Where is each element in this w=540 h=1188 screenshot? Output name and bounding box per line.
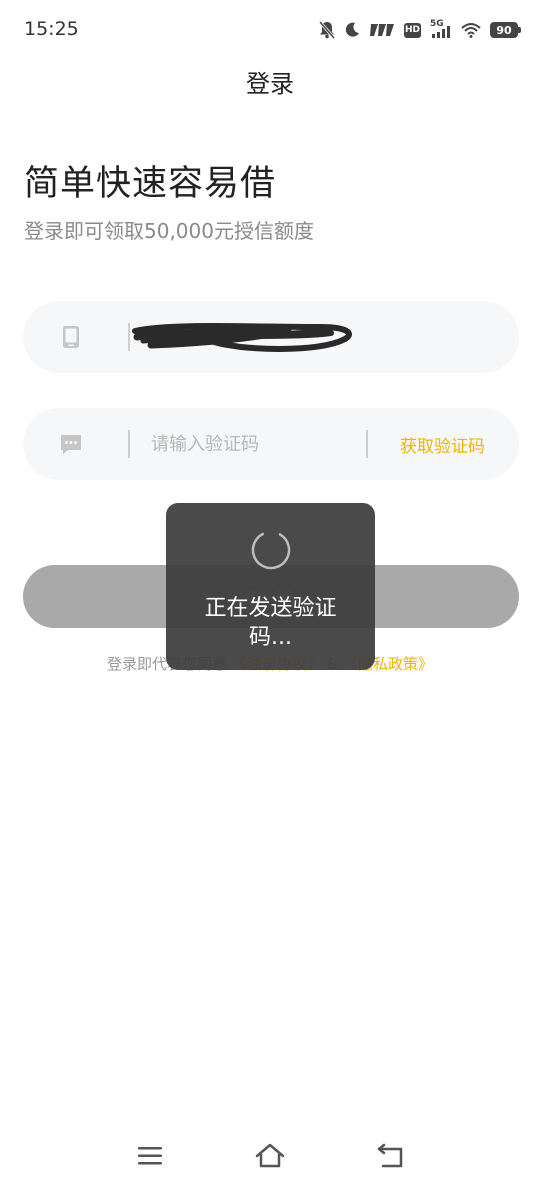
hero-title: 简单快速容易借	[24, 164, 277, 204]
toast-message: 正在发送验证码...	[204, 596, 337, 650]
status-bar: 15:25 HD 5G 90	[0, 0, 540, 60]
wifi-icon	[461, 23, 481, 38]
system-navigation-bar	[0, 1130, 540, 1188]
hd-icon: HD	[404, 22, 421, 38]
back-icon[interactable]	[374, 1142, 406, 1170]
5g-signal-icon: 5G	[430, 19, 452, 39]
phone-field-divider	[128, 323, 130, 351]
login-screen: 15:25 HD 5G 90 登录 简单快速容易借 登录即可领取50,000元授…	[0, 0, 540, 1188]
menu-icon[interactable]	[134, 1142, 166, 1170]
page-title: 登录	[246, 70, 294, 98]
verification-code-input[interactable]	[151, 426, 371, 462]
status-icons: HD 5G 90	[319, 18, 521, 42]
phone-icon	[63, 326, 79, 348]
message-icon	[61, 435, 81, 454]
redaction-scribble	[132, 323, 352, 352]
get-code-button[interactable]: 获取验证码	[400, 432, 485, 457]
loading-spinner-icon	[251, 530, 291, 570]
sending-code-toast: 正在发送验证码...	[166, 503, 375, 670]
battery-icon: 90	[490, 22, 521, 38]
verification-code-field: 获取验证码	[23, 408, 519, 480]
status-time: 15:25	[24, 18, 79, 40]
moon-icon	[345, 22, 359, 37]
bell-off-icon	[319, 21, 335, 39]
signal-strength-icon	[370, 24, 394, 36]
get-code-divider	[366, 430, 368, 458]
phone-field[interactable]: 15	[23, 301, 519, 373]
home-icon[interactable]	[254, 1142, 286, 1170]
hero-subtitle: 登录即可领取50,000元授信额度	[24, 219, 314, 243]
code-field-divider	[128, 430, 130, 458]
